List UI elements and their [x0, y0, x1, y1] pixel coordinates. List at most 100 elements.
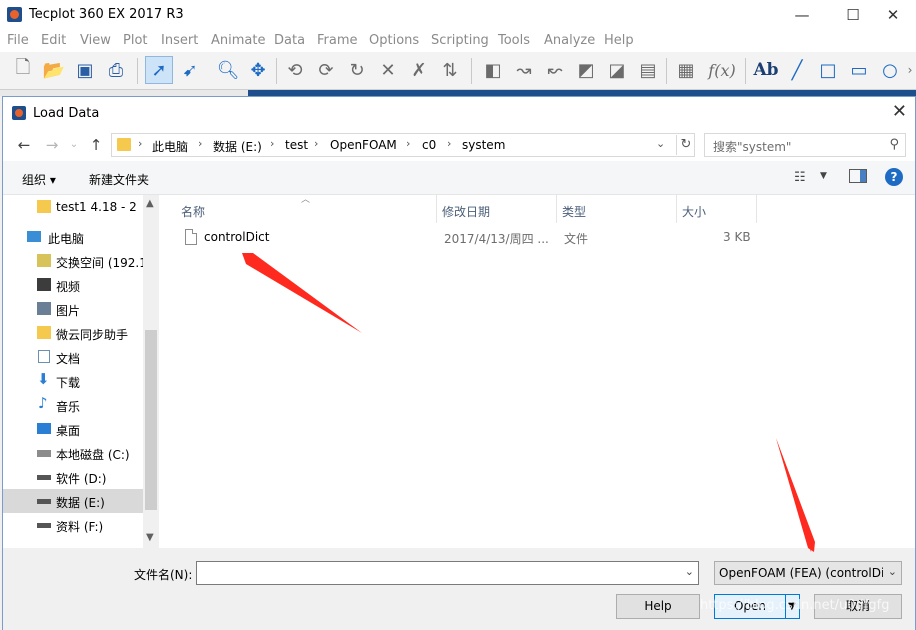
translate-icon[interactable]: ✥ [244, 56, 272, 84]
toolbar-overflow-icon[interactable]: › [904, 56, 916, 84]
menu-data[interactable]: Data [274, 33, 305, 48]
close-button[interactable]: ✕ [870, 0, 916, 30]
filetype-select[interactable]: OpenFOAM (FEA) (controlDict) ⌄ [714, 561, 902, 585]
function-icon[interactable]: f(x) [708, 56, 736, 84]
chevron-right-icon[interactable]: › [406, 137, 410, 150]
sidebar-item-drive-c[interactable]: 本地磁盘 (C:) [3, 441, 143, 465]
sidebar-item-music[interactable]: ♪ 音乐 [3, 393, 143, 417]
filename-input[interactable] [199, 564, 679, 582]
sidebar-item-drive-e[interactable]: 数据 (E:) [3, 489, 143, 513]
address-bar[interactable]: › 此电脑 › 数据 (E:) › test › OpenFOAM › c0 ›… [111, 133, 695, 157]
sidebar-item-drive-f[interactable]: 资料 (F:) [3, 513, 143, 537]
breadcrumb-test[interactable]: test [285, 138, 308, 152]
select-arrow-icon[interactable]: ➚ [145, 56, 173, 84]
chevron-down-icon[interactable]: ▼ [820, 171, 827, 181]
sidebar-item-desktop[interactable]: 桌面 [3, 417, 143, 441]
menu-view[interactable]: View [80, 33, 111, 48]
chevron-right-icon[interactable]: › [270, 137, 274, 150]
sidebar-item-this-pc[interactable]: 此电脑 [3, 225, 143, 249]
menu-plot[interactable]: Plot [123, 33, 148, 48]
breadcrumb-c0[interactable]: c0 [422, 138, 436, 152]
help-icon[interactable]: ? [885, 168, 903, 186]
column-date[interactable]: 修改日期 [442, 203, 490, 220]
filename-combobox[interactable]: ⌄ [196, 561, 699, 585]
spin-icon[interactable]: ⇅ [436, 56, 464, 84]
chevron-down-icon[interactable]: ⌄ [888, 565, 897, 578]
rollerball-icon[interactable]: ✗ [405, 56, 433, 84]
menu-edit[interactable]: Edit [41, 33, 66, 48]
sidebar-item-network-share[interactable]: 交换空间 (192.1 [3, 249, 147, 273]
data-label-icon[interactable]: ▦ [672, 56, 700, 84]
view-options-icon[interactable]: ☷ [794, 170, 806, 185]
line-icon[interactable]: ╱ [783, 56, 811, 84]
search-box[interactable]: 搜索"system" ⚲ [704, 133, 906, 157]
new-file-icon[interactable]: 🗋 [9, 56, 37, 84]
address-dropdown-icon[interactable]: ⌄ [656, 137, 665, 150]
minimize-button[interactable]: — [779, 0, 825, 30]
rotate-z-icon[interactable]: ↻ [343, 56, 371, 84]
breadcrumb-this-pc[interactable]: 此电脑 [152, 138, 188, 155]
breadcrumb-drive-e[interactable]: 数据 (E:) [213, 138, 262, 155]
scroll-up-icon[interactable]: ▲ [146, 198, 154, 209]
sidebar-item-test1[interactable]: test1 4.18 - 2 [3, 195, 143, 219]
slice-icon[interactable]: ↝ [510, 56, 538, 84]
rotate-free-icon[interactable]: ✕ [374, 56, 402, 84]
scroll-down-icon[interactable]: ▼ [146, 532, 154, 543]
column-name[interactable]: 名称 [181, 203, 205, 220]
circle-icon[interactable]: ○ [876, 56, 904, 84]
sidebar-item-drive-d[interactable]: 软件 (D:) [3, 465, 143, 489]
square-icon[interactable]: □ [814, 56, 842, 84]
probe-icon[interactable]: ◧ [479, 56, 507, 84]
file-row[interactable]: controlDict 2017/4/13/周四 ... 文件 3 KB [161, 227, 915, 249]
chevron-right-icon[interactable]: › [314, 137, 318, 150]
rotate-y-icon[interactable]: ⟳ [312, 56, 340, 84]
search-icon[interactable]: ⚲ [889, 137, 899, 152]
print-icon[interactable]: ⎙ [102, 56, 130, 84]
sidebar-item-pictures[interactable]: 图片 [3, 297, 143, 321]
sidebar-item-downloads[interactable]: ⬇ 下载 [3, 369, 143, 393]
menu-tools[interactable]: Tools [498, 33, 530, 48]
forward-arrow-icon[interactable]: → [42, 135, 62, 155]
chevron-right-icon[interactable]: › [447, 137, 451, 150]
recent-locations-icon[interactable]: ⌄ [64, 135, 84, 155]
new-folder-button[interactable]: 新建文件夹 [89, 171, 149, 188]
column-type[interactable]: 类型 [562, 203, 586, 220]
refresh-icon[interactable]: ↻ [676, 135, 695, 155]
chevron-right-icon[interactable]: › [138, 137, 142, 150]
text-icon[interactable]: Ab [752, 56, 780, 84]
sidebar-item-weiyun[interactable]: 微云同步助手 [3, 321, 143, 345]
streamtrace-icon[interactable]: ↜ [541, 56, 569, 84]
preview-pane-icon[interactable] [849, 169, 867, 183]
search-input[interactable]: 搜索"system" [713, 138, 791, 155]
breadcrumb-openfoam[interactable]: OpenFOAM [330, 138, 397, 152]
back-arrow-icon[interactable]: ← [14, 135, 34, 155]
contour-add-icon[interactable]: ◩ [572, 56, 600, 84]
menu-scripting[interactable]: Scripting [431, 33, 489, 48]
menu-options[interactable]: Options [369, 33, 419, 48]
chevron-down-icon[interactable]: ⌄ [685, 565, 694, 578]
rectangle-icon[interactable]: ▭ [845, 56, 873, 84]
menu-help[interactable]: Help [604, 33, 634, 48]
chevron-right-icon[interactable]: › [198, 137, 202, 150]
menu-file[interactable]: File [7, 33, 29, 48]
menu-insert[interactable]: Insert [161, 33, 198, 48]
up-arrow-icon[interactable]: ↑ [86, 135, 106, 155]
rotate-x-icon[interactable]: ⟲ [281, 56, 309, 84]
sidebar-item-videos[interactable]: 视频 [3, 273, 143, 297]
sidebar-item-documents[interactable]: 文档 [3, 345, 143, 369]
organize-button[interactable]: 组织 ▾ [22, 171, 56, 188]
zone-icon[interactable]: ▤ [634, 56, 662, 84]
zoom-icon[interactable]: 🔍︎ [214, 56, 242, 84]
menu-frame[interactable]: Frame [317, 33, 358, 48]
dialog-close-button[interactable]: ✕ [892, 101, 907, 122]
sidebar-scrollbar[interactable]: ▲ ▼ [143, 195, 159, 548]
breadcrumb-system[interactable]: system [462, 138, 505, 152]
menu-animate[interactable]: Animate [211, 33, 265, 48]
menu-analyze[interactable]: Analyze [544, 33, 595, 48]
contour-remove-icon[interactable]: ◪ [603, 56, 631, 84]
open-file-icon[interactable]: 📂 [40, 56, 68, 84]
adjustor-icon[interactable]: ➹ [176, 56, 204, 84]
save-icon[interactable]: ▣ [71, 56, 99, 84]
scrollbar-thumb[interactable] [145, 330, 157, 510]
column-size[interactable]: 大小 [682, 203, 706, 220]
